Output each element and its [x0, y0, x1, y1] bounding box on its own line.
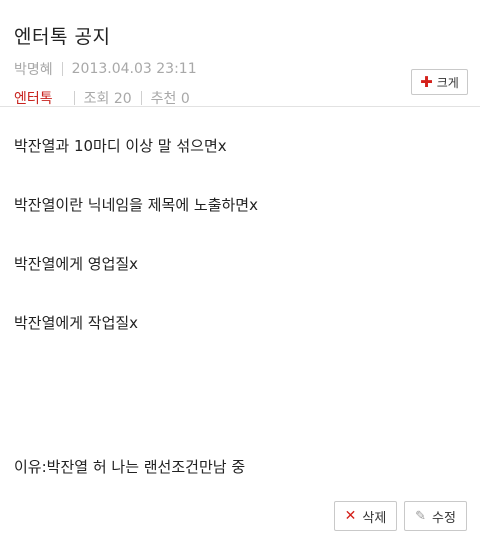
view-count: 조회 20 [83, 91, 132, 107]
divider [140, 91, 142, 105]
post-body: 박잔열과 10마디 이상 말 섞으면x 박잔열이란 닉네임을 제목에 노출하면x… [0, 107, 480, 371]
delete-button[interactable]: ✕ 삭제 [334, 501, 397, 531]
reason-text: 이유:박잔열 허 나는 랜선조건만남 중 [14, 458, 246, 476]
category-link[interactable]: 엔터톡 [14, 88, 53, 108]
body-line: 박잔열에게 작업질x [14, 314, 139, 332]
post-meta: 박명혜 2013.04.03 23:11 [14, 59, 466, 79]
pencil-icon: ✎ [415, 508, 426, 524]
delete-label: 삭제 [362, 510, 387, 526]
post-title: 엔터톡 공지 [14, 26, 111, 48]
plus-icon: ✚ [420, 72, 433, 91]
recommend-count: 추천 0 [150, 91, 190, 107]
enlarge-label: 크게 [436, 75, 459, 90]
post-stats: 엔터톡 조회 20 추천 0 [14, 88, 466, 108]
edit-label: 수정 [431, 510, 456, 526]
body-line: 박잔열에게 영업질x [14, 255, 139, 273]
delete-icon: ✕ [344, 508, 357, 524]
body-line: 박잔열과 10마디 이상 말 섞으면x [14, 137, 227, 155]
post-header: 엔터톡 공지 박명혜 2013.04.03 23:11 엔터톡 조회 20 추천… [0, 0, 480, 107]
author-name[interactable]: 박명혜 [14, 59, 53, 79]
edit-button[interactable]: ✎ 수정 [404, 501, 467, 531]
post-datetime: 2013.04.03 23:11 [71, 61, 197, 77]
divider [73, 91, 75, 105]
body-line: 박잔열이란 닉네임을 제목에 노출하면x [14, 196, 258, 214]
enlarge-text-button[interactable]: ✚ 크게 [411, 69, 468, 95]
divider [61, 62, 63, 76]
